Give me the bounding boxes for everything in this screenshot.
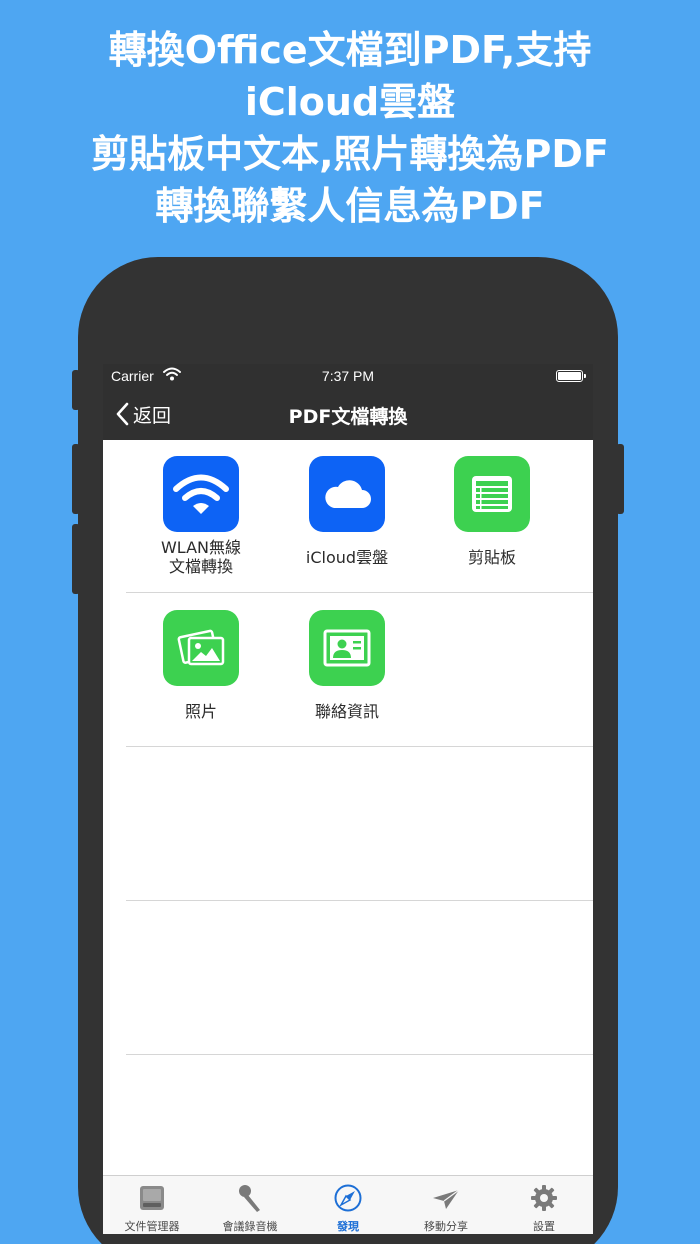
row-divider <box>126 592 593 593</box>
icloud-drive-tile[interactable]: iCloud雲盤 <box>274 456 420 567</box>
tab-label: 會議錄音機 <box>222 1220 278 1233</box>
status-time: 7:37 PM <box>321 368 375 384</box>
conversion-grid: WLAN無線 文檔轉換 iCloud雲盤 剪貼板 照片 聯絡資訊 <box>103 440 593 1176</box>
tab-label: 移動分享 <box>424 1220 468 1233</box>
photos-tile[interactable]: 照片 <box>128 610 274 721</box>
clipboard-list-icon <box>454 456 530 532</box>
tile-label-line: 文檔轉換 <box>168 557 233 576</box>
row-divider <box>126 746 593 747</box>
tab-bar: 文件管理器 會議錄音機 發現 移動分享 設置 <box>103 1175 593 1234</box>
wlan-transfer-tile[interactable]: WLAN無線 文檔轉換 <box>128 456 274 576</box>
promo-headline: 轉換Office文檔到PDF,支持 iCloud雲盤 剪貼板中文本,照片轉換為P… <box>0 24 700 232</box>
wifi-icon <box>163 456 239 532</box>
tab-mobile-share[interactable]: 移動分享 <box>397 1176 495 1234</box>
tile-label: iCloud雲盤 <box>305 548 389 567</box>
battery-icon <box>556 370 586 382</box>
tab-file-manager[interactable]: 文件管理器 <box>103 1176 201 1234</box>
navigation-bar: 返回 PDF文檔轉換 <box>103 388 593 440</box>
microphone-icon <box>239 1185 260 1212</box>
tile-label: 剪貼板 <box>467 548 516 567</box>
phone-volume-down-button <box>72 524 80 594</box>
photos-icon <box>163 610 239 686</box>
tab-discover[interactable]: 發現 <box>299 1176 397 1234</box>
contacts-tile[interactable]: 聯絡資訊 <box>274 610 420 721</box>
gear-icon <box>531 1185 557 1211</box>
tile-label: 照片 <box>184 702 217 721</box>
phone-power-button <box>616 444 624 514</box>
tile-label: 聯絡資訊 <box>314 702 379 721</box>
tab-settings[interactable]: 設置 <box>495 1176 593 1234</box>
tile-label-line: WLAN無線 <box>160 538 242 557</box>
compass-icon <box>334 1184 362 1212</box>
headline-line: 剪貼板中文本,照片轉換為PDF <box>91 132 609 176</box>
page-title: PDF文檔轉換 <box>288 406 408 428</box>
status-bar: Carrier 7:37 PM <box>103 364 593 388</box>
tab-label: 文件管理器 <box>124 1220 180 1233</box>
paper-plane-icon <box>433 1189 460 1209</box>
headline-line: 轉換Office文檔到PDF,支持 <box>108 28 592 72</box>
clipboard-tile[interactable]: 剪貼板 <box>419 456 565 567</box>
phone-screen: Carrier 7:37 PM 返回 PDF文檔轉換 WLAN無線 文檔轉換 i… <box>103 364 593 1234</box>
tab-meeting-recorder[interactable]: 會議錄音機 <box>201 1176 299 1234</box>
drive-icon <box>140 1186 164 1210</box>
cloud-icon <box>309 456 385 532</box>
phone-mute-switch <box>72 370 80 410</box>
headline-line: 轉換聯繫人信息為PDF <box>155 184 545 228</box>
grid-row-empty <box>103 748 593 902</box>
tab-label: 設置 <box>533 1220 555 1233</box>
contact-card-icon <box>309 610 385 686</box>
grid-row-empty <box>103 902 593 1056</box>
phone-volume-up-button <box>72 444 80 514</box>
headline-line: iCloud雲盤 <box>244 80 456 124</box>
grid-row: WLAN無線 文檔轉換 iCloud雲盤 剪貼板 <box>103 440 593 594</box>
tile-label: WLAN無線 文檔轉換 <box>128 538 274 576</box>
row-divider <box>126 900 593 901</box>
grid-row: 照片 聯絡資訊 <box>103 594 593 748</box>
row-divider <box>126 1054 593 1055</box>
tab-label: 發現 <box>337 1220 359 1233</box>
